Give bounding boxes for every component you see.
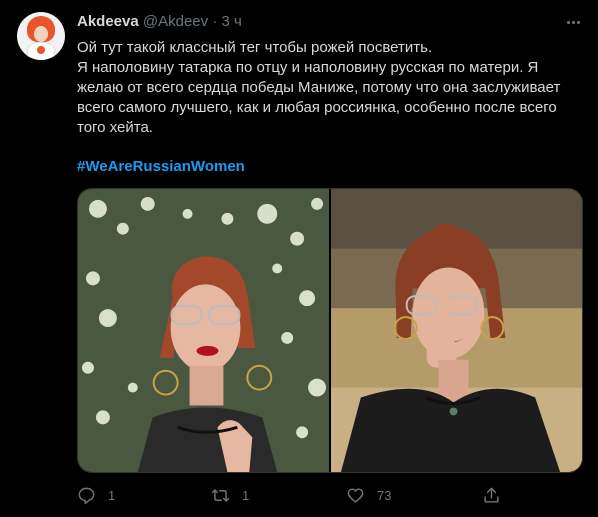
retweet-button[interactable]: 1: [211, 484, 249, 506]
photo-woman-gesture[interactable]: [331, 189, 582, 472]
author-handle[interactable]: @Akdeev: [143, 13, 208, 30]
avatar-face: [34, 26, 48, 42]
action-bar: 1 1 73: [77, 484, 517, 506]
photo-image: [331, 189, 582, 472]
separator: ·: [212, 13, 218, 30]
heart-icon: [347, 487, 364, 503]
share-button[interactable]: [482, 484, 501, 506]
more-options-icon[interactable]: [563, 12, 583, 32]
tweet[interactable]: Akdeeva @Akdeev · 3 ч Ой тут такой класс…: [0, 0, 598, 517]
photo-woman-blossom[interactable]: [78, 189, 329, 472]
reply-icon: [78, 487, 95, 504]
share-icon: [484, 487, 499, 503]
author-name[interactable]: Akdeeva: [77, 13, 139, 30]
like-button[interactable]: 73: [346, 484, 391, 506]
retweet-icon: [211, 488, 230, 502]
photo-image: [78, 189, 329, 472]
tweet-text-line: Я наполовину татарка по отцу и наполовин…: [77, 59, 561, 136]
tweet-text: Ой тут такой классный тег чтобы рожей по…: [77, 38, 587, 138]
hashtag-link[interactable]: #WeAreRussianWomen: [77, 157, 245, 177]
avatar[interactable]: [17, 12, 65, 60]
retweet-count: 1: [242, 487, 250, 503]
like-count: 73: [377, 487, 392, 503]
avatar-accent: [37, 46, 45, 54]
tweet-text-line: Ой тут такой классный тег чтобы рожей по…: [77, 39, 433, 56]
reply-count: 1: [108, 487, 116, 503]
tweet-time[interactable]: 3 ч: [222, 13, 242, 30]
media-grid: [77, 188, 583, 473]
reply-button[interactable]: 1: [77, 484, 115, 506]
tweet-header: Akdeeva @Akdeev · 3 ч: [77, 13, 242, 31]
